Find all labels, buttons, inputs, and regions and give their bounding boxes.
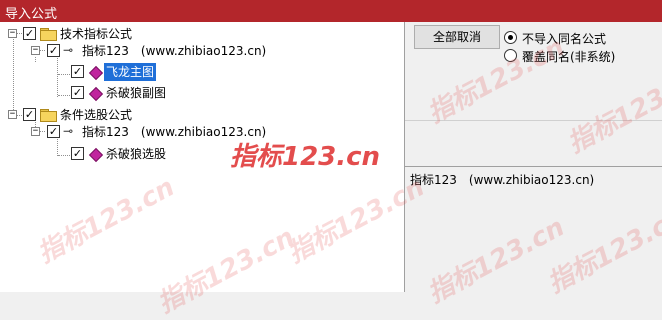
- key-icon: ⊸: [63, 43, 74, 57]
- window-title: 导入公式: [5, 7, 58, 22]
- tree-checkbox[interactable]: ✓: [47, 125, 60, 138]
- tree-node-label: 条件选股公式: [60, 108, 133, 122]
- key-icon: ⊸: [63, 124, 74, 138]
- tree-node-label: 技术指标公式: [60, 27, 133, 41]
- tree-node-tech-formulas[interactable]: − ✓ 技术指标公式: [0, 25, 400, 43]
- tree-node-label: 杀破狼副图: [106, 86, 167, 100]
- no-import-same-name-label: 不导入同名公式: [522, 32, 607, 46]
- formula-diamond-icon: [88, 147, 104, 163]
- divider: [405, 120, 662, 121]
- formula-diamond-icon: [88, 65, 104, 81]
- tree-node-label: 飞龙主图: [102, 62, 158, 82]
- tree-checkbox[interactable]: ✓: [47, 44, 60, 57]
- formula-info-text: 指标123 (www.zhibiao123.cn): [410, 173, 595, 187]
- formula-diamond-icon: [88, 86, 104, 102]
- tree-checkbox[interactable]: ✓: [23, 108, 36, 121]
- title-bar: 导入公式: [0, 0, 662, 22]
- formula-info-panel: 指标123 (www.zhibiao123.cn): [405, 166, 662, 293]
- collapse-icon[interactable]: −: [31, 127, 40, 136]
- tree-checkbox[interactable]: ✓: [71, 147, 84, 160]
- overwrite-same-name-radio[interactable]: [504, 49, 517, 62]
- overwrite-same-name-label: 覆盖同名(非系统): [522, 50, 616, 64]
- tree-node-label: 指标123 (www.zhibiao123.cn): [82, 125, 267, 139]
- collapse-icon[interactable]: −: [8, 110, 17, 119]
- tree-checkbox[interactable]: ✓: [23, 27, 36, 40]
- tree-checkbox[interactable]: ✓: [71, 65, 84, 78]
- tree-node-shapolang-select[interactable]: ✓ 杀破狼选股: [0, 145, 400, 163]
- tree-node-feilong-main[interactable]: ✓ 飞龙主图: [0, 62, 400, 82]
- formula-tree[interactable]: − ✓ 技术指标公式 − ✓ ⊸ 指标123 (www.zhibiao123.c…: [0, 22, 405, 292]
- tree-node-indicator-group-2[interactable]: − ✓ ⊸ 指标123 (www.zhibiao123.cn): [0, 123, 400, 141]
- tree-node-condition-formulas[interactable]: − ✓ 条件选股公式: [0, 106, 400, 124]
- tree-node-shapolang-sub[interactable]: ✓ 杀破狼副图: [0, 84, 400, 102]
- tree-checkbox[interactable]: ✓: [71, 86, 84, 99]
- folder-icon: [40, 28, 57, 41]
- collapse-icon[interactable]: −: [31, 46, 40, 55]
- tree-node-indicator-group[interactable]: − ✓ ⊸ 指标123 (www.zhibiao123.cn): [0, 42, 400, 60]
- tree-node-label: 指标123 (www.zhibiao123.cn): [82, 44, 267, 58]
- deselect-all-button[interactable]: 全部取消: [414, 25, 500, 49]
- no-import-same-name-radio[interactable]: [504, 31, 517, 44]
- collapse-icon[interactable]: −: [8, 29, 17, 38]
- tree-node-label: 杀破狼选股: [106, 147, 167, 161]
- folder-icon: [40, 109, 57, 122]
